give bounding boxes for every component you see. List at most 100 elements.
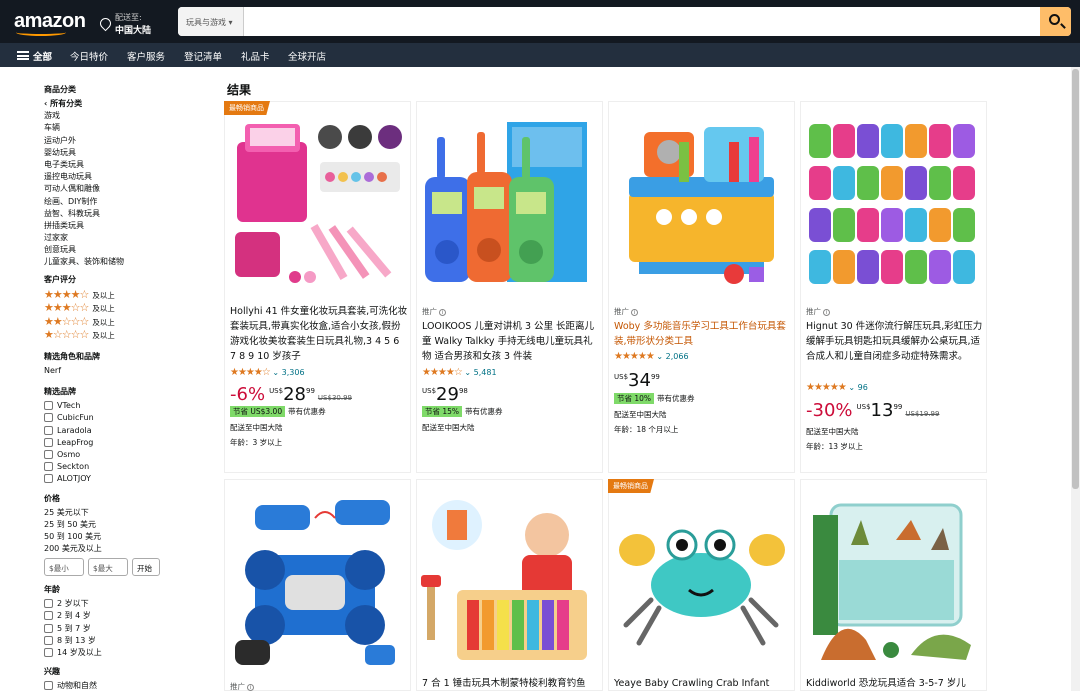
- product-image[interactable]: [801, 480, 986, 675]
- rating-filter-3[interactable]: ★★★☆☆ 及以上: [44, 301, 214, 315]
- price-link[interactable]: 25 美元以下: [44, 507, 214, 519]
- checkbox[interactable]: [44, 413, 53, 423]
- brand-filter[interactable]: ALOTJOY: [44, 473, 214, 485]
- product-price[interactable]: US$3499: [614, 370, 660, 391]
- product-image[interactable]: [609, 102, 794, 297]
- category-link[interactable]: 电子类玩具: [44, 159, 214, 171]
- checkbox[interactable]: [44, 681, 53, 691]
- search-button[interactable]: [1040, 7, 1071, 36]
- age-filter[interactable]: 14 岁及以上: [44, 647, 214, 659]
- info-icon[interactable]: i: [247, 684, 254, 691]
- product-image[interactable]: [417, 480, 602, 675]
- age-filter[interactable]: 8 到 13 岁: [44, 635, 214, 647]
- page-scrollbar[interactable]: [1071, 67, 1080, 691]
- min-price-input[interactable]: $最小: [44, 558, 84, 577]
- search-input[interactable]: [248, 7, 1038, 36]
- product-rating[interactable]: ★★★★★ ⌄ 2,066: [614, 351, 689, 362]
- rating-filter-4[interactable]: ★★★★☆ 及以上: [44, 288, 214, 302]
- product-card[interactable]: 推广 i Woby 多功能音乐学习工具工作台玩具套装,带形状分类工具 ★★★★★ …: [608, 101, 795, 473]
- product-card[interactable]: 最畅销商品 Hollyhi 41 件女童化妆玩具套装,可洗化妆套装玩具,带真实化…: [224, 101, 411, 473]
- price-link[interactable]: 25 到 50 美元: [44, 519, 214, 531]
- age-filter[interactable]: 2 到 4 岁: [44, 610, 214, 622]
- product-rating[interactable]: ★★★★☆ ⌄ 3,306: [230, 367, 305, 378]
- nav-sell[interactable]: 全球开店: [288, 49, 326, 63]
- search-category-dropdown[interactable]: 玩具与游戏 ▾: [178, 7, 244, 36]
- checkbox[interactable]: [44, 599, 53, 609]
- hamburger-menu-icon[interactable]: [17, 51, 29, 60]
- category-link[interactable]: 绘画、DIY制作: [44, 196, 214, 208]
- info-icon[interactable]: i: [823, 309, 830, 316]
- product-image[interactable]: [417, 102, 602, 297]
- brand-filter[interactable]: VTech: [44, 400, 214, 412]
- category-link[interactable]: 可动人偶和雕像: [44, 183, 214, 195]
- brand-filter[interactable]: Laradola: [44, 425, 214, 437]
- price-go-button[interactable]: 开始: [132, 558, 160, 577]
- nav-gift-cards[interactable]: 礼品卡: [241, 49, 270, 63]
- age-filter[interactable]: 5 到 7 岁: [44, 623, 214, 635]
- product-title[interactable]: Kiddiworld 恐龙玩具适合 3-5-7 岁儿: [806, 676, 984, 691]
- checkbox[interactable]: [44, 648, 53, 657]
- product-title[interactable]: Hignut 30 件迷你流行解压玩具,彩虹压力缓解手玩具钥匙扣玩具缓解办公桌玩…: [806, 319, 984, 364]
- product-title[interactable]: Woby 多功能音乐学习工具工作台玩具套装,带形状分类工具: [614, 319, 792, 349]
- category-link[interactable]: 过家家: [44, 232, 214, 244]
- product-image[interactable]: [609, 480, 794, 675]
- product-title[interactable]: Yeaye Baby Crawling Crab Infant: [614, 676, 792, 691]
- rating-filter-2[interactable]: ★★☆☆☆ 及以上: [44, 315, 214, 329]
- nav-todays-deals[interactable]: 今日特价: [70, 49, 108, 63]
- brand-filter[interactable]: CubicFun: [44, 412, 214, 424]
- character-link[interactable]: Nerf: [44, 365, 214, 377]
- age-filter[interactable]: 2 岁以下: [44, 598, 214, 610]
- nav-all[interactable]: 全部: [33, 49, 52, 63]
- category-link[interactable]: 婴幼玩具: [44, 147, 214, 159]
- category-link[interactable]: 运动户外: [44, 135, 214, 147]
- product-title[interactable]: Hollyhi 41 件女童化妆玩具套装,可洗化妆套装玩具,带真实化妆盒,适合小…: [230, 304, 408, 364]
- info-icon[interactable]: i: [631, 309, 638, 316]
- product-image[interactable]: [225, 102, 410, 297]
- checkbox[interactable]: [44, 437, 53, 447]
- product-card[interactable]: 7 合 1 锤击玩具木制蒙特梭利教育钓鱼: [416, 479, 603, 691]
- info-icon[interactable]: i: [439, 309, 446, 316]
- checkbox[interactable]: [44, 474, 53, 484]
- scrollbar-thumb[interactable]: [1072, 69, 1079, 489]
- product-card[interactable]: 推广 i Hignut 30 件迷你流行解压玩具,彩虹压力缓解手玩具钥匙扣玩具缓解…: [800, 101, 987, 473]
- checkbox[interactable]: [44, 401, 53, 411]
- product-rating[interactable]: ★★★★★ ⌄ 96: [806, 382, 868, 393]
- nav-customer-service[interactable]: 客户服务: [127, 49, 165, 63]
- product-card[interactable]: Kiddiworld 恐龙玩具适合 3-5-7 岁儿: [800, 479, 987, 691]
- category-link[interactable]: 车辆: [44, 122, 214, 134]
- checkbox[interactable]: [44, 449, 53, 459]
- brand-filter[interactable]: Osmo: [44, 449, 214, 461]
- product-card[interactable]: 推广 i: [224, 479, 411, 691]
- product-image[interactable]: [225, 480, 410, 675]
- all-categories-link[interactable]: ‹ 所有分类: [44, 98, 214, 110]
- max-price-input[interactable]: $最大: [88, 558, 128, 577]
- product-card[interactable]: 推广 i LOOIKOOS 儿童对讲机 3 公里 长距离儿童 Walky Talk…: [416, 101, 603, 473]
- checkbox[interactable]: [44, 425, 53, 435]
- ship-info: 配送至中国大陆: [806, 427, 859, 436]
- product-price[interactable]: US$2998: [422, 384, 468, 405]
- product-title[interactable]: LOOIKOOS 儿童对讲机 3 公里 长距离儿童 Walky Talkky 手…: [422, 319, 600, 364]
- category-link[interactable]: 儿童家具、装饰和储物: [44, 256, 214, 268]
- checkbox[interactable]: [44, 462, 53, 472]
- brand-filter[interactable]: LeapFrog: [44, 437, 214, 449]
- product-rating[interactable]: ★★★★☆ ⌄ 5,481: [422, 367, 497, 378]
- category-link[interactable]: 遥控电动玩具: [44, 171, 214, 183]
- product-image[interactable]: [801, 102, 986, 297]
- checkbox[interactable]: [44, 611, 53, 621]
- product-card[interactable]: 最畅销商品 Yeaye Baby Crawling Crab Infant: [608, 479, 795, 691]
- checkbox[interactable]: [44, 623, 53, 633]
- price-link[interactable]: 50 到 100 美元: [44, 531, 214, 543]
- product-title[interactable]: 7 合 1 锤击玩具木制蒙特梭利教育钓鱼: [422, 676, 600, 691]
- category-link[interactable]: 益智、科教玩具: [44, 208, 214, 220]
- category-link[interactable]: 游戏: [44, 110, 214, 122]
- nav-registry[interactable]: 登记清单: [184, 49, 222, 63]
- rating-filter-1[interactable]: ★☆☆☆☆ 及以上: [44, 328, 214, 342]
- checkbox[interactable]: [44, 635, 53, 645]
- brand-filter[interactable]: Seckton: [44, 461, 214, 473]
- category-link[interactable]: 拼插类玩具: [44, 220, 214, 232]
- product-price[interactable]: -6% US$2899US$30.99: [230, 384, 352, 405]
- price-link[interactable]: 200 美元及以上: [44, 543, 214, 555]
- interest-filter[interactable]: 动物和自然: [44, 680, 214, 692]
- category-link[interactable]: 创意玩具: [44, 244, 214, 256]
- product-price[interactable]: -30% US$1399US$19.99: [806, 400, 939, 421]
